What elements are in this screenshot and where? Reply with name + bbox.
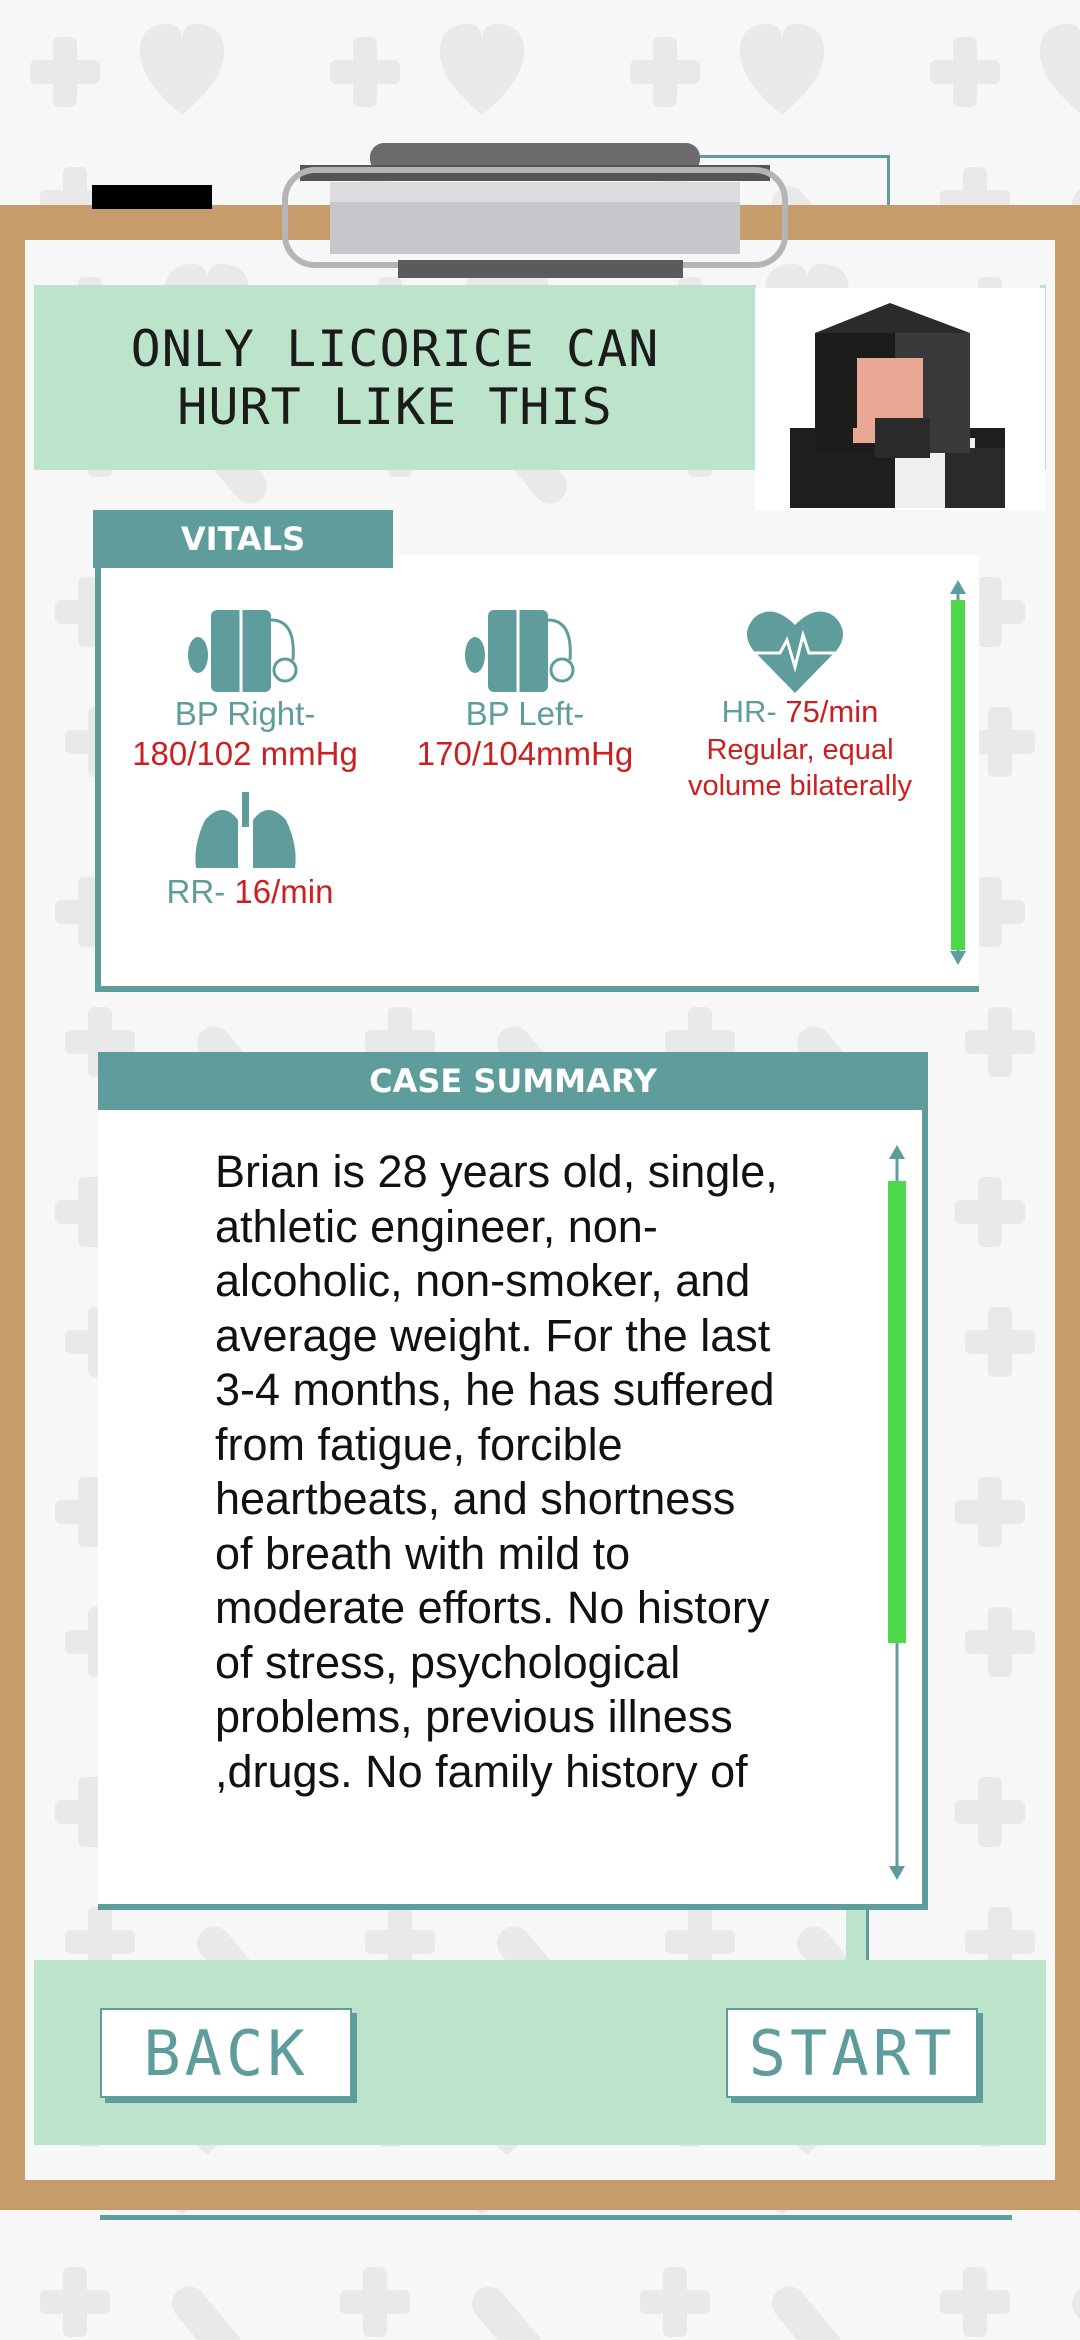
blood-pressure-icon — [188, 610, 298, 692]
bp-right-value: 180/102 mmHg — [132, 735, 358, 772]
heart-rate-icon — [746, 611, 844, 693]
hr-value: 75/min — [785, 694, 879, 729]
title-line-1: ONLY LICORICE CAN — [130, 319, 660, 378]
hr-note-line-1: Regular, equal — [706, 734, 894, 766]
page-title: ONLY LICORICE CAN HURT LIKE THIS — [131, 320, 660, 436]
vitals-scrollbar[interactable] — [946, 580, 970, 965]
case-summary-tab-label: CASE SUMMARY — [369, 1062, 657, 1100]
title-banner: ONLY LICORICE CAN HURT LIKE THIS — [34, 285, 756, 470]
scroll-down-arrow-icon[interactable] — [950, 951, 966, 965]
hr-readout: HR- 75/min — [660, 694, 940, 730]
hr-note: Regular, equal volume bilaterally — [660, 732, 940, 804]
hr-note-line-2: volume bilaterally — [687, 770, 913, 802]
case-summary-text: Brian is 28 years old, single, athletic … — [215, 1146, 778, 1797]
bp-left-label: BP Left- — [465, 695, 585, 732]
summary-scroll-thumb[interactable] — [888, 1181, 906, 1643]
blood-pressure-icon — [465, 610, 575, 692]
lungs-icon — [195, 792, 296, 868]
vitals-tab-label: VITALS — [180, 520, 306, 558]
back-button[interactable]: BACK — [100, 2008, 352, 2098]
bp-left-value: 170/104mmHg — [416, 735, 634, 772]
rr-value: 16/min — [234, 873, 334, 910]
vitals-tab: VITALS — [93, 510, 393, 568]
patient-portrait — [755, 288, 1045, 510]
hr-label: HR- — [721, 694, 786, 729]
title-line-2: HURT LIKE THIS — [177, 377, 613, 436]
vitals-scroll-thumb[interactable] — [951, 600, 965, 950]
paper-shadow-line — [100, 2215, 1012, 2220]
connector-line — [846, 1910, 869, 1962]
black-tab — [92, 185, 212, 209]
rr-label: RR- — [166, 873, 235, 910]
bp-right-label: BP Right- — [174, 695, 316, 732]
patient-avatar-icon — [790, 303, 1005, 508]
start-button[interactable]: START — [726, 2008, 978, 2098]
case-summary-tab: CASE SUMMARY — [98, 1052, 928, 1110]
rr-readout: RR- 16/min — [100, 873, 400, 911]
clipboard-clip — [282, 143, 788, 278]
scroll-down-arrow-icon[interactable] — [889, 1866, 905, 1880]
case-summary-scrollbar[interactable] — [885, 1145, 909, 1880]
